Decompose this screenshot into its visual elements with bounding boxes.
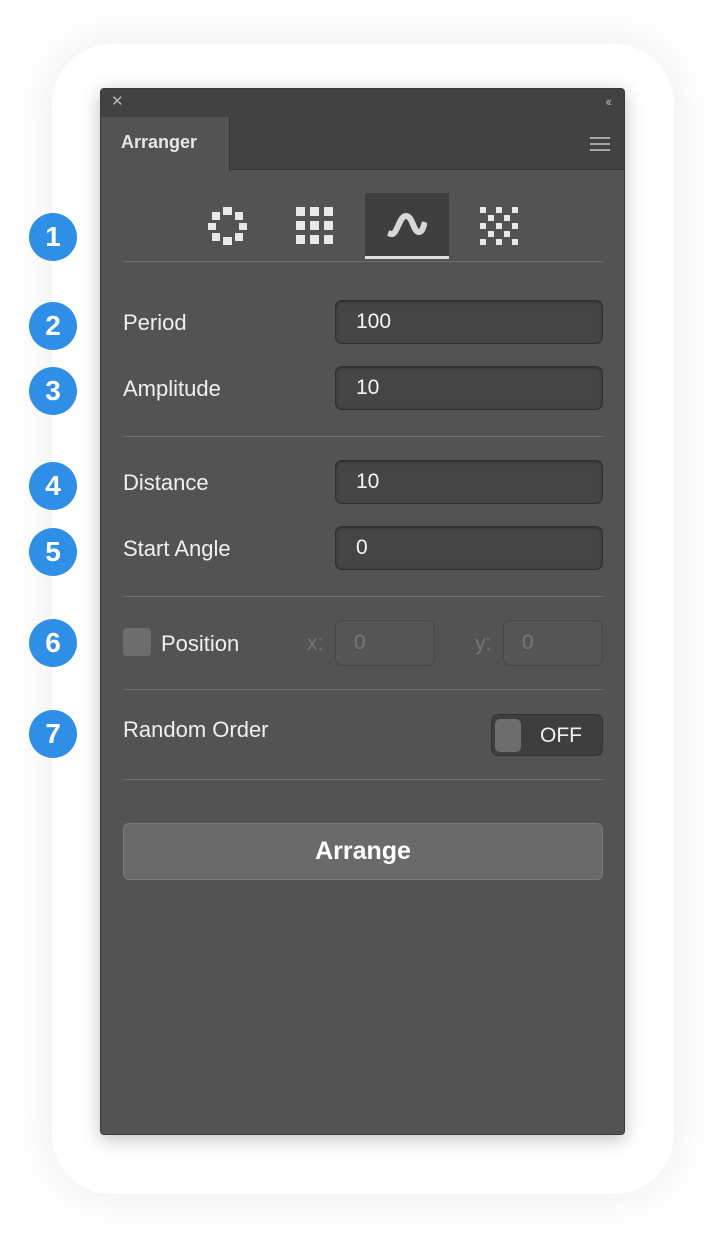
- y-label: y:: [475, 632, 492, 655]
- position-label: Position: [161, 631, 240, 656]
- position-checkbox[interactable]: [123, 628, 151, 656]
- callout-badge-2: 2: [29, 302, 77, 350]
- wave-arrange-icon: [387, 212, 427, 237]
- distance-input[interactable]: 10: [335, 460, 603, 504]
- amplitude-input[interactable]: 10: [335, 366, 603, 410]
- arranger-panel: ✕ ‹‹ Arranger Period 100 Amplitude 10 Di…: [100, 88, 625, 1135]
- close-icon[interactable]: ✕: [111, 94, 124, 109]
- tab-bar: Arranger: [101, 117, 624, 171]
- divider: [123, 779, 603, 780]
- grid-arrange-icon: [296, 207, 333, 244]
- diamond-arrange-icon: [480, 207, 518, 245]
- callout-badge-6: 6: [29, 619, 77, 667]
- position-x-input[interactable]: 0: [335, 620, 435, 666]
- period-input[interactable]: 100: [335, 300, 603, 344]
- tab-arranger-label: Arranger: [121, 132, 198, 152]
- random-order-label: Random Order: [123, 717, 269, 742]
- circle-mode-button[interactable]: [186, 193, 270, 259]
- grid-mode-button[interactable]: [273, 193, 357, 259]
- divider: [123, 436, 603, 437]
- panel-titlebar: ✕ ‹‹: [101, 89, 624, 117]
- distance-label: Distance: [123, 470, 209, 495]
- start-angle-label: Start Angle: [123, 536, 231, 561]
- divider: [123, 689, 603, 690]
- tab-arranger[interactable]: Arranger: [101, 117, 230, 171]
- diamond-mode-button[interactable]: [457, 193, 541, 259]
- period-label: Period: [123, 310, 187, 335]
- x-label: x:: [307, 632, 324, 655]
- random-order-toggle[interactable]: OFF: [491, 714, 603, 756]
- position-y-input[interactable]: 0: [503, 620, 603, 666]
- wave-mode-button[interactable]: [365, 193, 449, 259]
- callout-badge-4: 4: [29, 462, 77, 510]
- collapse-icon[interactable]: ‹‹: [605, 95, 612, 108]
- panel-menu-icon[interactable]: [590, 137, 610, 151]
- amplitude-label: Amplitude: [123, 376, 221, 401]
- callout-badge-3: 3: [29, 367, 77, 415]
- callout-badge-5: 5: [29, 528, 77, 576]
- circle-arrange-icon: [208, 207, 247, 245]
- callout-badge-7: 7: [29, 710, 77, 758]
- divider: [123, 261, 603, 262]
- mode-selector: [101, 189, 624, 261]
- divider: [123, 596, 603, 597]
- toggle-knob: [495, 719, 521, 752]
- start-angle-input[interactable]: 0: [335, 526, 603, 570]
- callout-badge-1: 1: [29, 213, 77, 261]
- arrange-button[interactable]: Arrange: [123, 823, 603, 880]
- toggle-state-text: OFF: [540, 724, 582, 747]
